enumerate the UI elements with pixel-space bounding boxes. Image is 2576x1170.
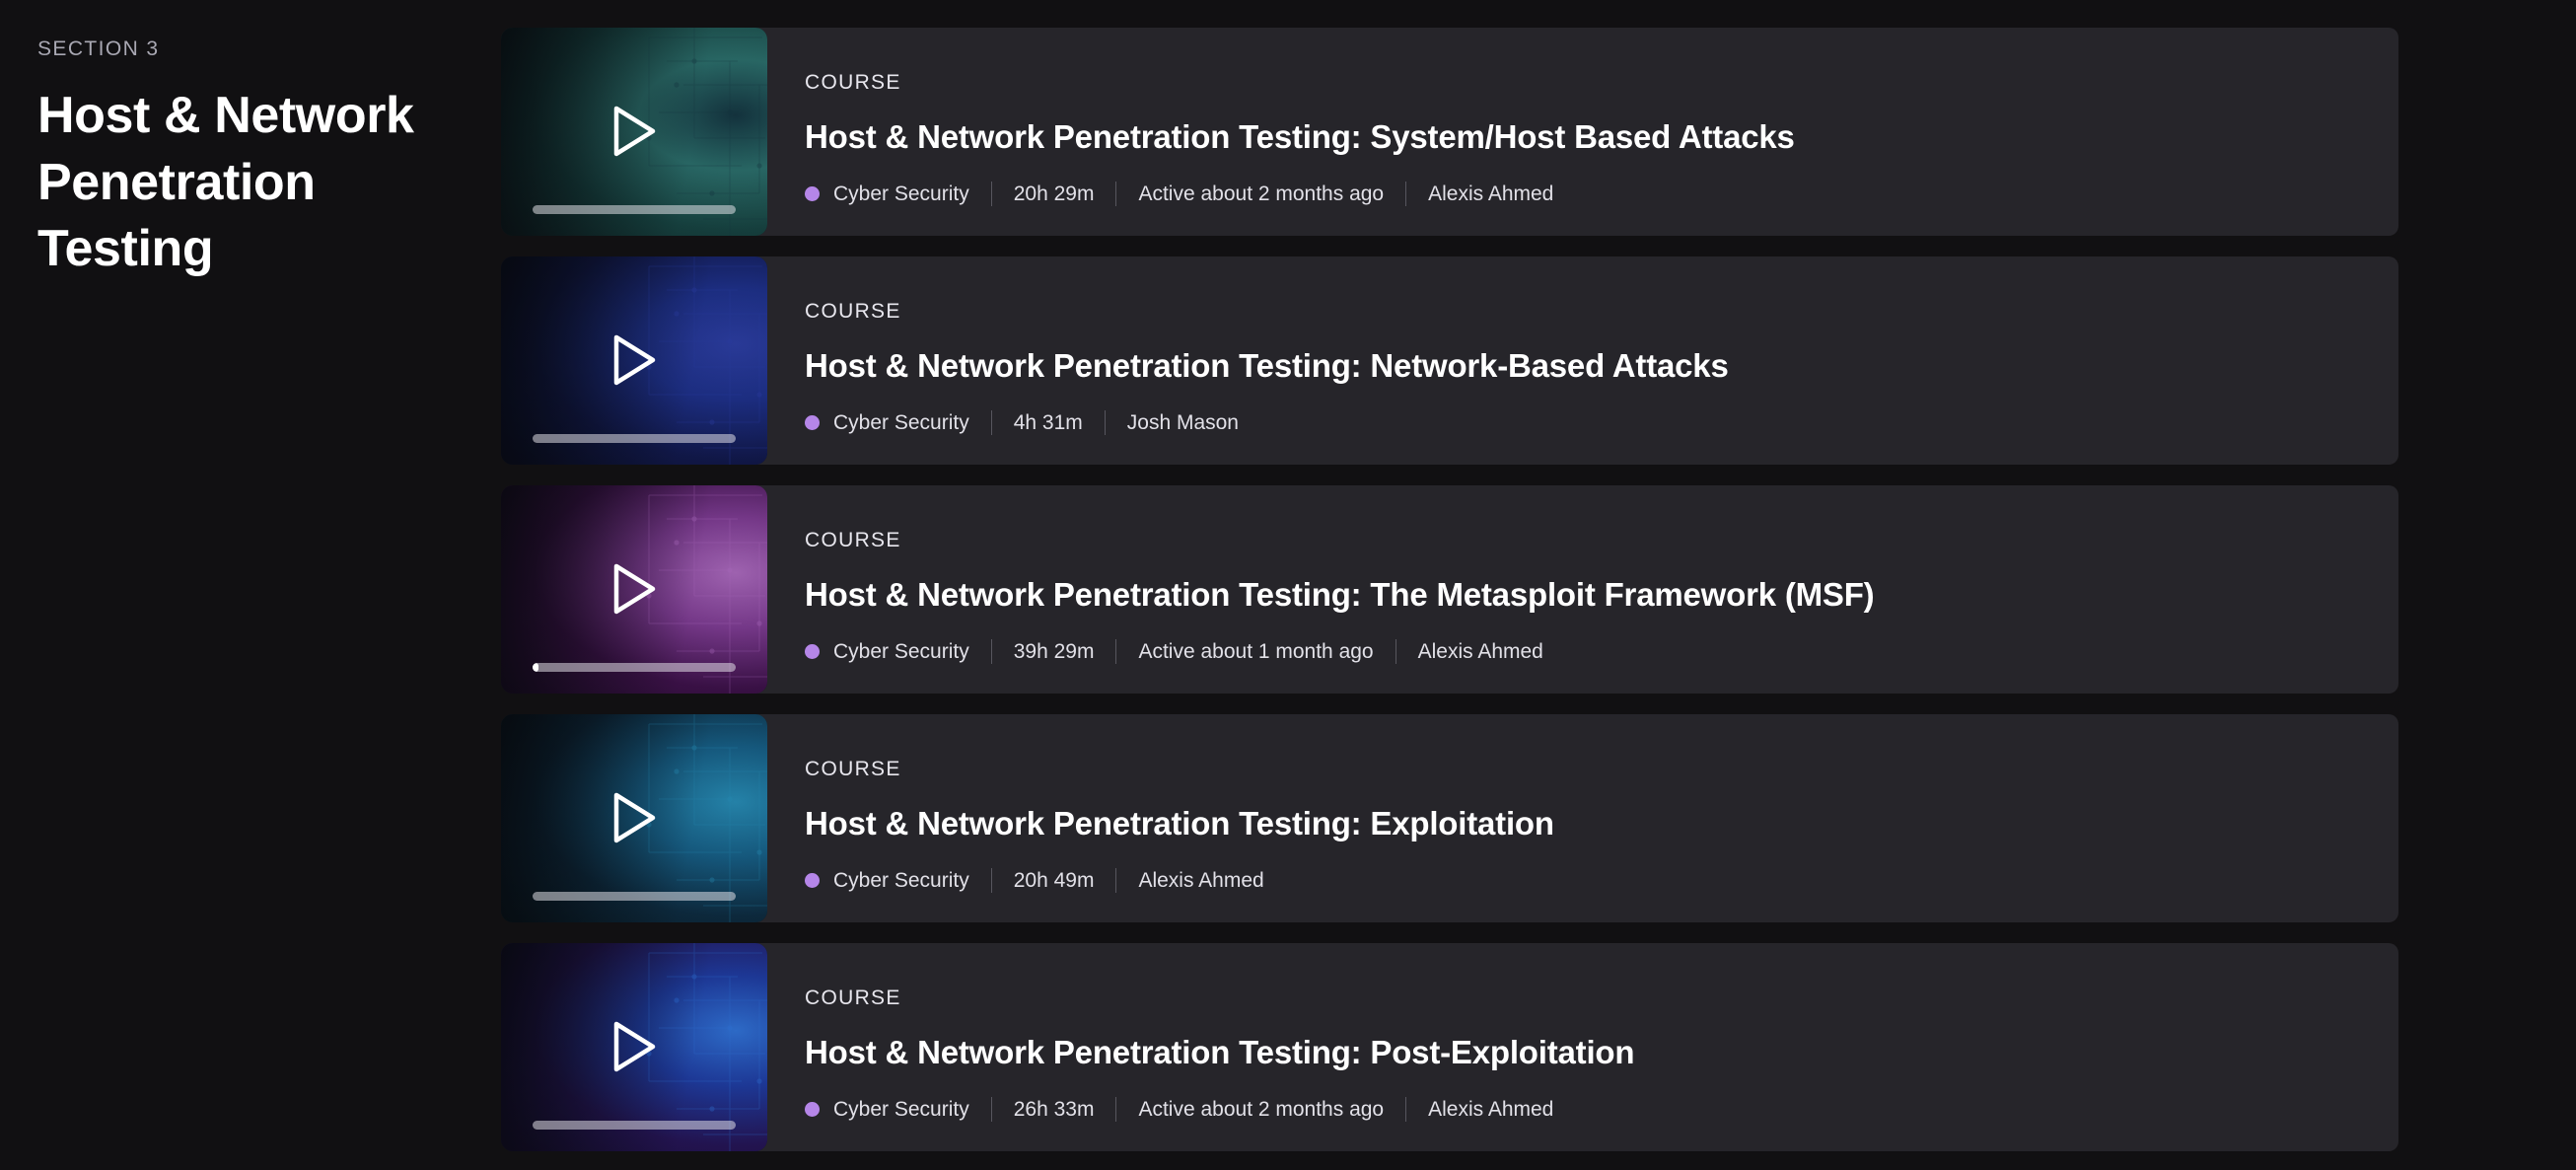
course-thumbnail[interactable]	[501, 943, 767, 1151]
meta-separator	[1104, 410, 1106, 435]
category-dot-icon	[805, 644, 820, 659]
course-meta-row: Cyber Security 26h 33m Active about 2 mo…	[805, 1097, 2398, 1122]
course-instructor: Josh Mason	[1126, 410, 1239, 434]
play-icon[interactable]	[611, 562, 657, 614]
course-duration: 20h 49m	[1013, 868, 1095, 892]
meta-separator	[990, 182, 992, 206]
course-activity: Active about 1 month ago	[1138, 639, 1374, 663]
course-card-body: COURSE Host & Network Penetration Testin…	[767, 256, 2398, 465]
course-kicker: COURSE	[805, 300, 901, 323]
category-dot-icon	[805, 1102, 820, 1117]
course-card[interactable]: COURSE Host & Network Penetration Testin…	[501, 28, 2398, 236]
course-kicker: COURSE	[805, 758, 901, 780]
course-card[interactable]: COURSE Host & Network Penetration Testin…	[501, 256, 2398, 465]
play-icon[interactable]	[611, 333, 657, 385]
section-eyebrow: SECTION 3	[37, 37, 160, 60]
course-title[interactable]: Host & Network Penetration Testing: Syst…	[805, 118, 2398, 156]
course-card-body: COURSE Host & Network Penetration Testin…	[767, 485, 2398, 694]
section-sidebar: SECTION 3 Host & Network Penetration Tes…	[0, 0, 505, 1170]
meta-separator	[990, 1097, 992, 1122]
meta-separator	[1395, 639, 1396, 664]
course-instructor: Alexis Ahmed	[1417, 639, 1543, 663]
course-card-body: COURSE Host & Network Penetration Testin…	[767, 943, 2398, 1151]
meta-separator	[1405, 1097, 1407, 1122]
section-title: Host & Network Penetration Testing	[37, 87, 414, 278]
course-title[interactable]: Host & Network Penetration Testing: The …	[805, 576, 2398, 614]
meta-separator	[990, 868, 992, 893]
meta-separator	[1115, 182, 1117, 206]
course-category: Cyber Security	[833, 410, 969, 434]
course-category: Cyber Security	[833, 639, 969, 663]
progress-fill	[533, 663, 539, 672]
course-meta-row: Cyber Security 20h 29m Active about 2 mo…	[805, 182, 2398, 206]
course-card-body: COURSE Host & Network Penetration Testin…	[767, 28, 2398, 236]
category-dot-icon	[805, 873, 820, 888]
course-instructor: Alexis Ahmed	[1138, 868, 1264, 892]
course-category: Cyber Security	[833, 1097, 969, 1121]
course-title[interactable]: Host & Network Penetration Testing: Post…	[805, 1034, 2398, 1071]
course-card[interactable]: COURSE Host & Network Penetration Testin…	[501, 714, 2398, 922]
course-meta-row: Cyber Security 39h 29m Active about 1 mo…	[805, 639, 2398, 664]
course-meta-row: Cyber Security 4h 31m Josh Mason	[805, 410, 2398, 435]
course-category: Cyber Security	[833, 182, 969, 205]
course-card[interactable]: COURSE Host & Network Penetration Testin…	[501, 485, 2398, 694]
course-thumbnail[interactable]	[501, 714, 767, 922]
course-category: Cyber Security	[833, 868, 969, 892]
course-activity: Active about 2 months ago	[1138, 182, 1385, 205]
course-list: COURSE Host & Network Penetration Testin…	[501, 0, 2576, 1170]
course-kicker: COURSE	[805, 71, 901, 94]
play-icon[interactable]	[611, 105, 657, 156]
play-icon[interactable]	[611, 1020, 657, 1071]
course-thumbnail[interactable]	[501, 485, 767, 694]
progress-bar[interactable]	[533, 663, 736, 672]
course-title[interactable]: Host & Network Penetration Testing: Expl…	[805, 805, 2398, 842]
course-kicker: COURSE	[805, 529, 901, 551]
course-kicker: COURSE	[805, 987, 901, 1009]
course-thumbnail[interactable]	[501, 28, 767, 236]
meta-separator	[990, 639, 992, 664]
progress-bar[interactable]	[533, 434, 736, 443]
meta-separator	[1405, 182, 1407, 206]
course-card[interactable]: COURSE Host & Network Penetration Testin…	[501, 943, 2398, 1151]
course-duration: 20h 29m	[1013, 182, 1095, 205]
course-instructor: Alexis Ahmed	[1428, 1097, 1554, 1121]
course-section-page: SECTION 3 Host & Network Penetration Tes…	[0, 0, 2576, 1170]
progress-bar[interactable]	[533, 205, 736, 214]
course-duration: 26h 33m	[1013, 1097, 1095, 1121]
course-activity: Active about 2 months ago	[1138, 1097, 1385, 1121]
category-dot-icon	[805, 186, 820, 201]
course-meta-row: Cyber Security 20h 49m Alexis Ahmed	[805, 868, 2398, 893]
category-dot-icon	[805, 415, 820, 430]
meta-separator	[1115, 868, 1117, 893]
course-instructor: Alexis Ahmed	[1428, 182, 1554, 205]
course-card-body: COURSE Host & Network Penetration Testin…	[767, 714, 2398, 922]
meta-separator	[1115, 1097, 1117, 1122]
progress-bar[interactable]	[533, 892, 736, 901]
progress-bar[interactable]	[533, 1121, 736, 1130]
meta-separator	[1115, 639, 1117, 664]
course-title[interactable]: Host & Network Penetration Testing: Netw…	[805, 347, 2398, 385]
course-duration: 4h 31m	[1013, 410, 1083, 434]
meta-separator	[990, 410, 992, 435]
play-icon[interactable]	[611, 791, 657, 842]
course-thumbnail[interactable]	[501, 256, 767, 465]
course-duration: 39h 29m	[1013, 639, 1095, 663]
